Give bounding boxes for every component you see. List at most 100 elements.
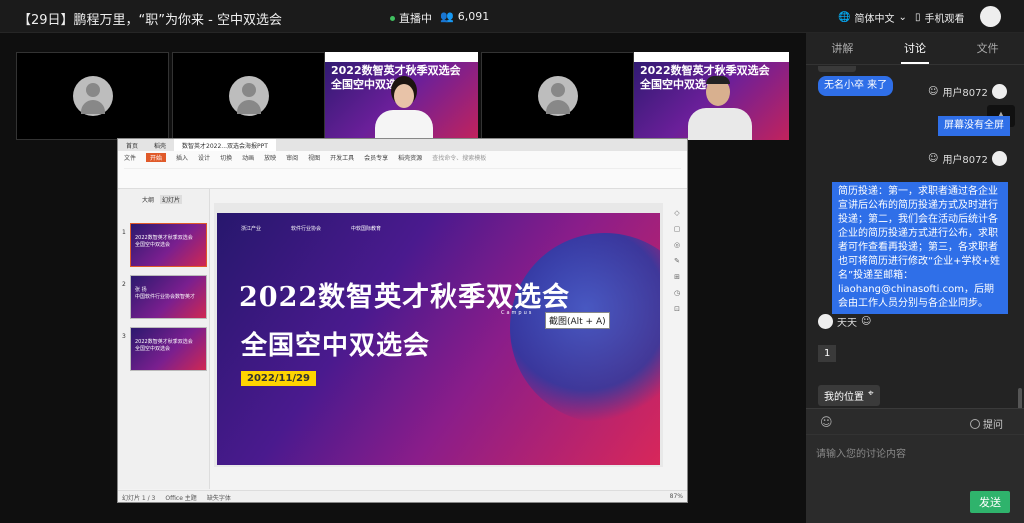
tab-slides[interactable]: 幻灯片 [160,195,183,204]
sidebar-tabs: 讲解 讨论 文件 [806,33,1024,65]
slide-subtitle: 全国空中双选会 [241,331,431,361]
video-tile-empty-2[interactable] [172,52,325,140]
avatar [991,84,1007,99]
outline-tabs: 大纲 幻灯片 [142,195,183,204]
wps-tab-docer[interactable]: 稻壳 [146,139,174,151]
menu-member[interactable]: 会员专享 [364,153,388,162]
live-status: 直播中 [390,10,432,26]
username: 用户8072 [942,155,988,166]
tool-icon[interactable]: ◇ [674,209,679,217]
ask-toggle[interactable]: 提问 [970,416,1003,431]
menu-file[interactable]: 文件 [124,153,136,162]
ribbon-tools [124,168,681,184]
status-theme: Office 主题 [165,495,197,502]
logo-3: 中软国际教育 [351,226,382,232]
smile-icon: ☺ [928,86,939,97]
avatar-placeholder-icon [72,76,113,116]
top-bar: 【29日】鹏程万里，“职”为你来 - 空中双选会 直播中 👥 6,091 🌐 简… [0,0,1024,33]
banner-line1: 2022数智英才秋季双选会 [331,64,461,77]
language-selector[interactable]: 🌐 简体中文 ⌄ [838,10,907,25]
chat-bubble-1: 屏幕没有全屏 [938,116,1010,136]
video-tile-speaker-1[interactable]: 2022数智英才秋季双选会 全国空中双选会 [325,52,478,140]
thumb-num-1: 1 [122,229,126,236]
menu-home[interactable]: 开始 [146,153,167,162]
slide-thumbnail-2[interactable]: 张 扬 中国软件行业协会数智英才 [130,275,207,319]
status-font[interactable]: 缺失字体 [207,493,231,502]
menu-transition[interactable]: 切换 [220,153,232,162]
chat-user-2: ☺ 用户8072 [928,151,1007,166]
slide-thumbnail-1[interactable]: 2022数智英才秋季双选会 全国空中双选会 [130,223,207,267]
tool-icon[interactable]: ◷ [674,289,680,297]
mobile-watch-button[interactable]: ▯ 手机观看 [915,10,965,25]
tool-icon[interactable]: ⊞ [674,273,680,281]
thumb-line1: 2022数智英才秋季双选会 [135,235,193,241]
video-tile-empty-3[interactable] [481,52,634,140]
thumb-line1: 张 扬 [135,287,147,293]
live-dot-icon [390,15,395,21]
slide-thumbnail-3[interactable]: 2022数智英才秋季双选会 全国空中双选会 [130,327,207,371]
slide-logos: 浙江产业 软件行业协会 中软国际教育 [241,225,381,232]
wps-tab-home[interactable]: 首页 [118,139,146,151]
menu-devtools[interactable]: 开发工具 [330,153,354,162]
chat-input-area: ☺ 提问 请输入您的讨论内容 发送 [806,408,1024,523]
menu-animation[interactable]: 动画 [242,153,254,162]
send-button[interactable]: 发送 [970,491,1010,513]
avatar [818,314,833,329]
menu-view[interactable]: 视图 [308,153,320,162]
tool-icon[interactable]: ✎ [674,257,680,265]
chat-bubble-2: 简历投递：第一，求职者通过各企业宣讲后公布的简历投递方式及时进行投递；第二，我们… [832,182,1008,314]
language-label: 简体中文 [854,14,895,25]
logo-2: 软件行业协会 [291,226,322,232]
thumb-num-3: 3 [122,333,126,340]
tool-icon[interactable]: ⊡ [674,305,680,313]
avatar-placeholder-icon [228,76,269,116]
people-icon: 👥 [440,10,454,23]
live-label: 直播中 [399,12,432,25]
discussion-sidebar: 讲解 讨论 文件 无名小卒 来了 ☺ 用户8072 ▲ 屏幕没有全屏 ☺ 用户8… [806,33,1024,523]
tool-icon[interactable]: ◎ [674,241,680,249]
slide-title: 2022数智英才秋季双选会 [239,282,571,313]
menu-review[interactable]: 审阅 [286,153,298,162]
slide-date: 2022/11/29 [241,371,316,386]
zoom-level[interactable]: 87% [670,493,683,500]
smile-icon: ☺ [928,153,939,164]
menu-design[interactable]: 设计 [198,153,210,162]
chat-bubble-3: 1 [818,345,837,362]
smile-icon: ☺ [861,316,872,327]
banner-logo-strip [325,52,478,62]
location-pin-icon: ⌖ [868,388,874,399]
video-tile-speaker-2[interactable]: 2022数智英才秋季双选会 全国空中双选会 [634,52,789,140]
username: 用户8072 [942,88,988,99]
slide-canvas-area: 浙江产业 软件行业协会 中软国际教育 2022数智英才秋季双选会 Campus … [214,203,663,467]
join-notice: 无名小卒 来了 [818,76,894,96]
speaker-woman [369,76,439,140]
status-page: 幻灯片 1 / 3 [122,495,156,502]
logo-1: 浙江产业 [241,226,262,232]
chat-user-1: ☺ 用户8072 [928,84,1007,99]
user-avatar[interactable] [980,6,1001,27]
location-chip[interactable]: 我的位置 ⌖ [818,385,880,406]
emoji-icon[interactable]: ☺ [820,415,833,429]
thumb-line2: 全国空中双选会 [135,242,171,248]
tab-outline[interactable]: 大纲 [142,195,154,204]
menu-slideshow[interactable]: 放映 [264,153,276,162]
tab-discussion[interactable]: 讨论 [879,33,952,64]
banner-logo-strip [634,52,789,62]
tab-files[interactable]: 文件 [951,33,1024,64]
username: 天天 [837,318,857,329]
current-slide[interactable]: 浙江产业 软件行业协会 中软国际教育 2022数智英才秋季双选会 Campus … [217,213,660,465]
wps-tab-document[interactable]: 数智英才2022...双选会海报PPT [174,139,276,151]
search-command-input[interactable]: 查找命令、搜索模板 [432,153,486,162]
thumb-line2: 中国软件行业协会数智英才 [135,294,196,300]
video-tile-empty-1[interactable] [16,52,169,140]
menu-resources[interactable]: 稻壳资源 [398,153,422,162]
viewer-count-value: 6,091 [457,10,490,23]
chat-input[interactable]: 请输入您的讨论内容 [816,445,906,460]
tab-lecture[interactable]: 讲解 [806,33,879,64]
chat-fragment [818,66,856,72]
slide-subtext: Campus [501,310,534,316]
tool-icon[interactable]: ▢ [674,225,681,233]
menu-insert[interactable]: 插入 [176,153,188,162]
location-label: 我的位置 [824,392,864,403]
input-toolbar: ☺ 提问 [806,409,1024,435]
